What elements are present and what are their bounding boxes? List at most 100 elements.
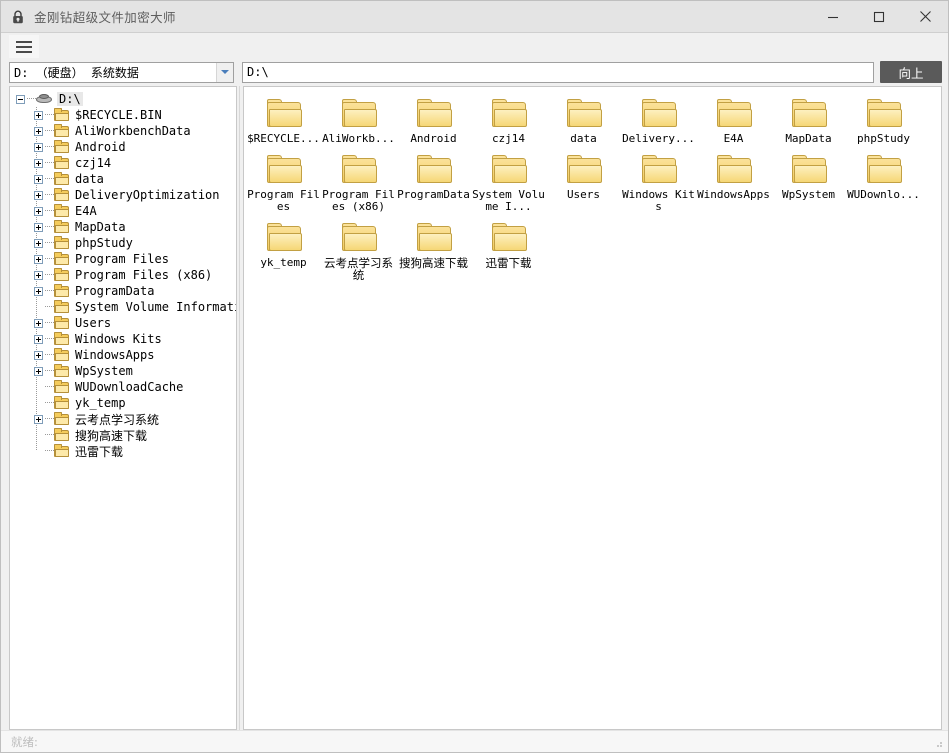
file-grid-item[interactable]: Delivery...: [621, 93, 696, 145]
expand-toggle-icon[interactable]: [34, 319, 43, 328]
folder-icon: [865, 155, 903, 186]
tree-item-label: System Volume Information: [74, 300, 237, 314]
expand-toggle-icon[interactable]: [34, 111, 43, 120]
tree-item[interactable]: ProgramData: [16, 283, 236, 299]
file-grid-item[interactable]: WindowsApps: [696, 149, 771, 213]
expand-toggle-icon[interactable]: [34, 239, 43, 248]
file-grid-item[interactable]: yk_temp: [246, 217, 321, 281]
file-grid-item[interactable]: 云考点学习系统: [321, 217, 396, 281]
tree-item-label: czj14: [74, 156, 112, 170]
file-grid-item-label: Android: [397, 133, 471, 145]
file-grid-item-label: $RECYCLE...: [247, 133, 321, 145]
tree-connector: [45, 283, 54, 299]
tree-root-node[interactable]: D:\: [16, 91, 236, 107]
file-grid-item[interactable]: Program Files (x86): [321, 149, 396, 213]
tree-item[interactable]: 迅雷下载: [16, 443, 236, 459]
folder-icon: [415, 99, 453, 130]
expand-toggle-icon[interactable]: [34, 207, 43, 216]
expand-toggle-icon[interactable]: [34, 191, 43, 200]
tree-connector: [45, 427, 54, 443]
expand-toggle-icon[interactable]: [34, 271, 43, 280]
tree-item[interactable]: 云考点学习系统: [16, 411, 236, 427]
tree-item-label: Android: [74, 140, 127, 154]
file-grid-item[interactable]: Program Files: [246, 149, 321, 213]
expand-toggle-icon[interactable]: [34, 223, 43, 232]
tree-item-label: $RECYCLE.BIN: [74, 108, 163, 122]
file-grid-item[interactable]: System Volume I...: [471, 149, 546, 213]
folder-icon: [54, 429, 70, 442]
file-grid-item[interactable]: WUDownlo...: [846, 149, 921, 213]
tree-connector: [45, 203, 54, 219]
tree-item[interactable]: WUDownloadCache: [16, 379, 236, 395]
file-grid-item-label: czj14: [472, 133, 546, 145]
tree-item[interactable]: MapData: [16, 219, 236, 235]
expand-toggle-icon[interactable]: [34, 127, 43, 136]
resize-grip-icon[interactable]: [932, 737, 944, 749]
expand-toggle-icon[interactable]: [34, 143, 43, 152]
maximize-icon[interactable]: [856, 1, 902, 33]
tree-item[interactable]: $RECYCLE.BIN: [16, 107, 236, 123]
tree-connector: [45, 139, 54, 155]
expand-toggle-icon[interactable]: [34, 415, 43, 424]
file-grid-item[interactable]: Windows Kits: [621, 149, 696, 213]
tree-item[interactable]: Program Files: [16, 251, 236, 267]
expand-toggle-icon[interactable]: [34, 255, 43, 264]
tree-connector: [45, 123, 54, 139]
chevron-down-icon[interactable]: [216, 63, 233, 82]
file-grid-item-label: MapData: [772, 133, 846, 145]
tree-item-label: AliWorkbenchData: [74, 124, 192, 138]
expand-toggle-icon[interactable]: [34, 159, 43, 168]
drive-select[interactable]: D: （硬盘） 系统数据: [9, 62, 234, 83]
tree-item[interactable]: DeliveryOptimization: [16, 187, 236, 203]
file-grid-item[interactable]: phpStudy: [846, 93, 921, 145]
expand-toggle-icon[interactable]: [34, 367, 43, 376]
path-input[interactable]: D:\: [242, 62, 874, 83]
tree-item[interactable]: data: [16, 171, 236, 187]
expand-toggle-icon[interactable]: [34, 335, 43, 344]
file-grid-item[interactable]: MapData: [771, 93, 846, 145]
tree-item[interactable]: Windows Kits: [16, 331, 236, 347]
file-grid-item[interactable]: E4A: [696, 93, 771, 145]
file-list-pane[interactable]: $RECYCLE...AliWorkb...Androidczj14dataDe…: [243, 86, 942, 730]
tree-item[interactable]: WpSystem: [16, 363, 236, 379]
tree-item-label: 云考点学习系统: [74, 411, 160, 428]
file-grid-item[interactable]: ProgramData: [396, 149, 471, 213]
tree-item[interactable]: E4A: [16, 203, 236, 219]
file-grid-item[interactable]: $RECYCLE...: [246, 93, 321, 145]
tree-item[interactable]: Users: [16, 315, 236, 331]
expand-toggle-icon[interactable]: [34, 287, 43, 296]
folder-tree-pane[interactable]: D:\ $RECYCLE.BIN AliWorkbenchData Android c…: [9, 86, 237, 730]
expand-toggle-icon[interactable]: [34, 351, 43, 360]
tree-item[interactable]: phpStudy: [16, 235, 236, 251]
tree-item[interactable]: czj14: [16, 155, 236, 171]
file-grid-item[interactable]: Users: [546, 149, 621, 213]
minimize-icon[interactable]: [810, 1, 856, 33]
file-grid-item[interactable]: WpSystem: [771, 149, 846, 213]
expand-toggle-icon[interactable]: [34, 175, 43, 184]
folder-icon: [54, 125, 70, 138]
up-button[interactable]: 向上: [880, 61, 942, 83]
collapse-toggle-icon[interactable]: [16, 95, 25, 104]
tree-item[interactable]: Android: [16, 139, 236, 155]
folder-icon: [54, 349, 70, 362]
tree-item[interactable]: AliWorkbenchData: [16, 123, 236, 139]
file-grid-item[interactable]: czj14: [471, 93, 546, 145]
tree-item-label: MapData: [74, 220, 127, 234]
tree-item[interactable]: Program Files (x86): [16, 267, 236, 283]
folder-icon: [490, 223, 528, 254]
folder-icon: [640, 99, 678, 130]
file-grid-item[interactable]: 迅雷下载: [471, 217, 546, 281]
close-icon[interactable]: [902, 1, 948, 33]
folder-icon: [54, 157, 70, 170]
file-grid-item[interactable]: 搜狗高速下载: [396, 217, 471, 281]
main-body: D:\ $RECYCLE.BINAliWorkbenchDataAndroidc…: [1, 86, 948, 730]
tree-item[interactable]: yk_temp: [16, 395, 236, 411]
file-grid-item[interactable]: AliWorkb...: [321, 93, 396, 145]
file-grid-item[interactable]: data: [546, 93, 621, 145]
tree-item[interactable]: System Volume Information: [16, 299, 236, 315]
folder-icon: [490, 99, 528, 130]
hamburger-menu-icon[interactable]: [9, 34, 39, 58]
tree-item[interactable]: 搜狗高速下载: [16, 427, 236, 443]
tree-item[interactable]: WindowsApps: [16, 347, 236, 363]
file-grid-item[interactable]: Android: [396, 93, 471, 145]
